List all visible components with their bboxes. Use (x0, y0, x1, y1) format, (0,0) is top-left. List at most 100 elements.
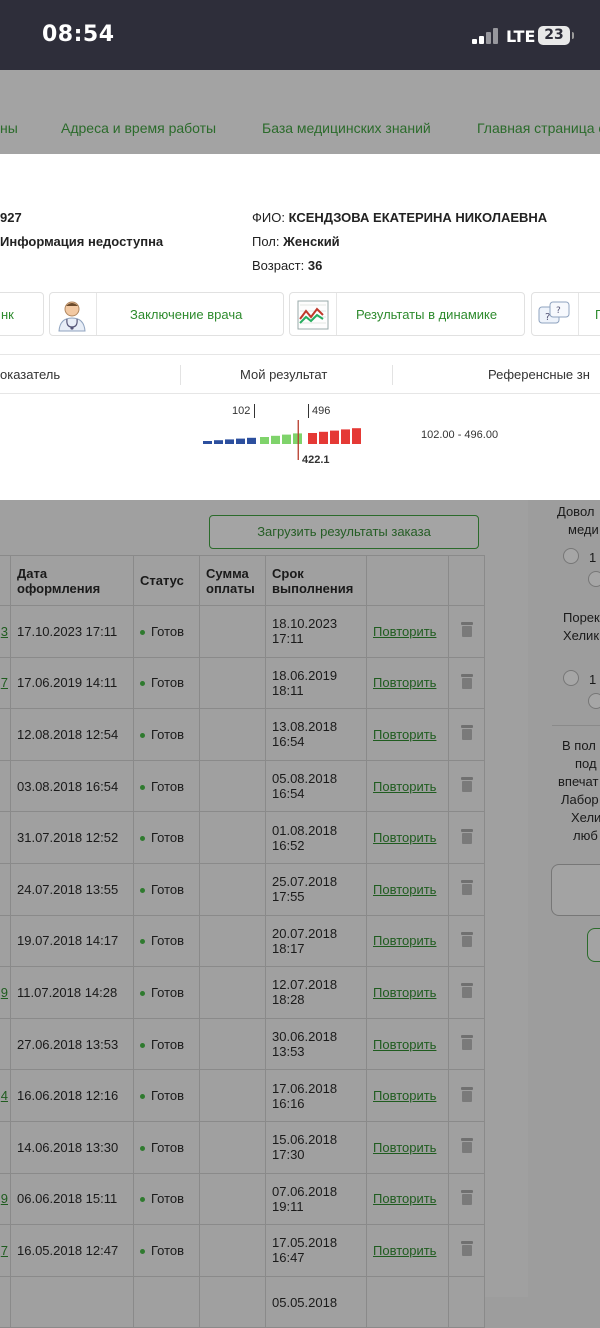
order-due: 05.05.2018 (265, 1275, 367, 1328)
tab-more[interactable]: ? ? П (531, 292, 600, 336)
order-number-link[interactable]: 7 (0, 1224, 11, 1277)
orders-page: Загрузить результаты заказа Дата оформле… (0, 500, 600, 1328)
order-due: 05.08.2018 16:54 (265, 759, 367, 813)
order-due: 30.06.2018 13:53 (265, 1017, 367, 1071)
recommend-radio-2[interactable] (588, 693, 600, 709)
scale-high-segment (308, 433, 317, 444)
delete-order-button[interactable] (448, 1275, 485, 1328)
repeat-order-link[interactable]: Повторить (366, 656, 449, 710)
repeat-order-link[interactable]: Повторить (366, 1120, 449, 1174)
order-number-link[interactable] (0, 708, 11, 761)
order-number-link[interactable]: 4 (0, 1069, 11, 1122)
delete-order-button[interactable] (448, 1017, 485, 1071)
order-date: 19.07.2018 14:17 (10, 914, 134, 968)
rating-radio-2[interactable] (588, 571, 600, 587)
tab-doctor-conclusion[interactable]: Заключение врача (49, 292, 284, 336)
trash-icon (460, 828, 473, 844)
delete-order-button[interactable] (448, 1120, 485, 1174)
repeat-order-link[interactable]: Повторить (366, 1017, 449, 1071)
trash-icon (460, 622, 473, 638)
repeat-order-link[interactable]: Повторить (366, 862, 449, 916)
order-status: Готов (133, 1172, 200, 1226)
delete-order-button[interactable] (448, 1172, 485, 1226)
order-due: 01.08.2018 16:52 (265, 811, 367, 864)
order-status: Готов (133, 914, 200, 968)
order-number-link[interactable] (0, 759, 11, 813)
repeat-order-link[interactable]: Повторить (366, 1224, 449, 1277)
signal-icon (472, 28, 500, 44)
submit-feedback-button[interactable] (587, 928, 600, 962)
header-reference: Референсные зн (488, 367, 590, 382)
order-number-link[interactable] (0, 1275, 11, 1328)
order-number-link[interactable] (0, 1120, 11, 1174)
repeat-order-link[interactable]: Повторить (366, 914, 449, 968)
repeat-order-link[interactable]: Повторить (366, 759, 449, 813)
delete-order-button[interactable] (448, 914, 485, 968)
order-number-link[interactable]: 9 (0, 1172, 11, 1226)
order-status: Готов (133, 708, 200, 761)
repeat-order-link[interactable]: Повторить (366, 1069, 449, 1122)
delete-order-button[interactable] (448, 1224, 485, 1277)
repeat-order-link[interactable]: Повторить (366, 966, 449, 1019)
order-status: Готов (133, 1069, 200, 1122)
repeat-order-link[interactable] (366, 1275, 449, 1328)
tab-results-dynamics[interactable]: Результаты в динамике (289, 292, 525, 336)
order-due: 20.07.2018 18:17 (265, 914, 367, 968)
order-number-link[interactable] (0, 811, 11, 864)
table-row: 05.05.2018 (0, 1275, 485, 1328)
delete-order-button[interactable] (448, 1069, 485, 1122)
order-date: 31.07.2018 12:52 (10, 811, 134, 864)
rating-radio-1[interactable] (563, 548, 579, 564)
order-number-link[interactable] (0, 914, 11, 968)
col-date: Дата оформления (10, 555, 134, 606)
nav-item-0[interactable]: ны (0, 120, 18, 136)
table-row: 27.06.2018 13:53 Готов 30.06.2018 13:53 Повт… (0, 1017, 485, 1071)
delete-order-button[interactable] (448, 811, 485, 864)
order-date: 17.10.2023 17:11 (10, 605, 134, 658)
repeat-order-link[interactable]: Повторить (366, 605, 449, 658)
scale-normal-segment (260, 437, 269, 444)
col-due: Срок выполнения (265, 555, 367, 606)
repeat-order-link[interactable]: Повторить (366, 811, 449, 864)
question-bubbles-icon: ? ? (538, 301, 570, 324)
order-due: 25.07.2018 17:55 (265, 862, 367, 916)
nav-item-addresses[interactable]: Адреса и время работы (61, 120, 216, 136)
table-row: 9 11.07.2018 14:28 Готов 12.07.2018 18:28 Пов… (0, 966, 485, 1019)
delete-order-button[interactable] (448, 759, 485, 813)
load-results-button[interactable]: Загрузить результаты заказа (209, 515, 479, 549)
order-number-link[interactable]: 7 (0, 656, 11, 710)
scale-normal-segment (271, 435, 280, 444)
order-number-link[interactable]: 9 (0, 966, 11, 1019)
delete-order-button[interactable] (448, 708, 485, 761)
order-sum (199, 708, 266, 761)
table-row: 14.06.2018 13:30 Готов 15.06.2018 17:30 Повт… (0, 1120, 485, 1174)
order-sum (199, 811, 266, 864)
nav-item-home[interactable]: Главная страница с (477, 120, 600, 136)
orders-header-row: Дата оформления Статус Сумма оплаты Срок… (0, 555, 485, 606)
trash-icon (460, 673, 473, 689)
patient-name: ФИО: КСЕНДЗОВА ЕКАТЕРИНА НИКОЛАЕВНА (252, 210, 548, 225)
result-row: 102 496 422.1 102.00 - 496.00 (0, 394, 600, 474)
order-sum (199, 1017, 266, 1071)
order-number-link[interactable] (0, 862, 11, 916)
delete-order-button[interactable] (448, 966, 485, 1019)
tab-blank[interactable]: нк (0, 292, 44, 336)
repeat-order-link[interactable]: Повторить (366, 1172, 449, 1226)
col-sum: Сумма оплаты (199, 555, 266, 606)
repeat-order-link[interactable]: Повторить (366, 708, 449, 761)
result-scale (203, 420, 361, 460)
recommend-radio-1[interactable] (563, 670, 579, 686)
nav-item-knowledge-base[interactable]: База медицинских знаний (262, 120, 431, 136)
delete-order-button[interactable] (448, 656, 485, 710)
order-number-link[interactable]: 3 (0, 605, 11, 658)
status-dot-icon (140, 1094, 145, 1100)
order-number-link[interactable] (0, 1017, 11, 1071)
delete-order-button[interactable] (448, 862, 485, 916)
comment-field[interactable] (551, 864, 600, 916)
order-status: Готов (133, 862, 200, 916)
order-status: Готов (133, 966, 200, 1019)
reference-range: 102.00 - 496.00 (421, 429, 499, 441)
delete-order-button[interactable] (448, 605, 485, 658)
table-row: 9 06.06.2018 15:11 Готов 07.06.2018 19:11 Пов… (0, 1172, 485, 1226)
result-value: 422.1 (302, 454, 330, 466)
